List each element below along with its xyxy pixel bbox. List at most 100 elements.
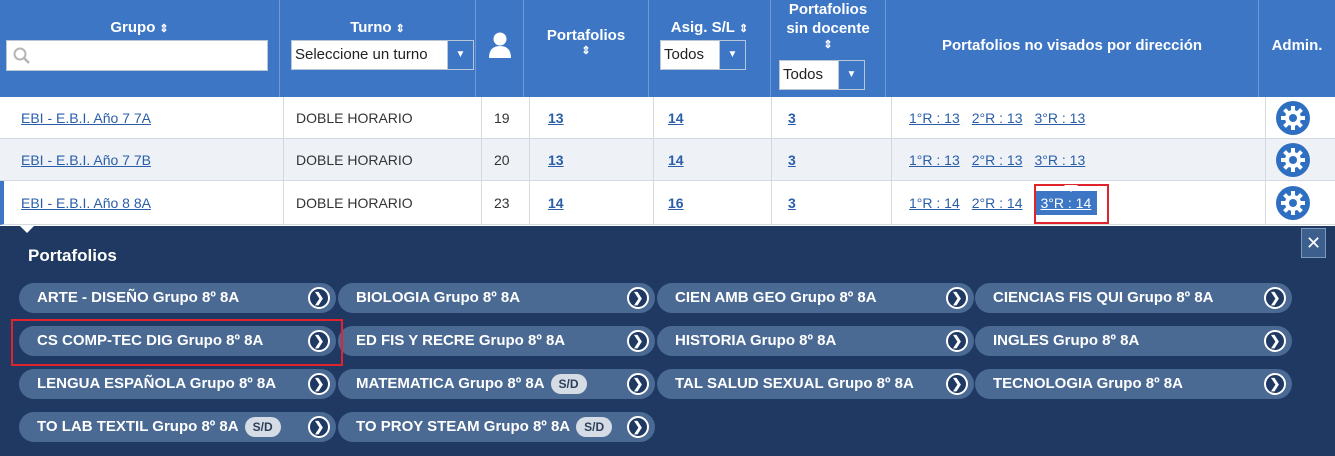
asig-link[interactable]: 14 xyxy=(668,152,684,168)
grupo-link[interactable]: EBI - E.B.I. Año 7 7B xyxy=(21,152,151,168)
portafolio-item[interactable]: MATEMATICA Grupo 8º 8A S/D ❯ xyxy=(338,369,655,399)
sort-icon[interactable]: ⇕ xyxy=(396,23,405,35)
portafolio-item[interactable]: TO LAB TEXTIL Grupo 8º 8A S/D ❯ xyxy=(19,412,336,442)
portafolio-label: TO PROY STEAM Grupo 8º 8A xyxy=(356,418,571,435)
gear-icon xyxy=(1281,148,1305,172)
header-sin-docente-label-2[interactable]: sin docente xyxy=(771,19,885,38)
portafolios-link[interactable]: 14 xyxy=(548,195,564,211)
header-grupo-label[interactable]: Grupo xyxy=(110,19,155,36)
portafolio-item[interactable]: LENGUA ESPAÑOLA Grupo 8º 8A ❯ xyxy=(19,369,336,399)
asig-cell: 14 xyxy=(654,139,772,181)
asig-link[interactable]: 16 xyxy=(668,195,684,211)
header-asig-label[interactable]: Asig. S/L xyxy=(671,19,735,36)
table-row: EBI - E.B.I. Año 7 7B DOBLE HORARIO 20 1… xyxy=(0,139,1335,181)
grupo-link[interactable]: EBI - E.B.I. Año 7 7A xyxy=(21,110,151,126)
portafolio-item[interactable]: BIOLOGIA Grupo 8º 8A ❯ xyxy=(338,283,655,313)
sort-icon[interactable]: ⇕ xyxy=(739,23,748,35)
admin-gear-button[interactable] xyxy=(1276,143,1310,177)
r1-link[interactable]: 1°R : 14 xyxy=(909,195,960,211)
close-icon: ✕ xyxy=(1305,233,1322,253)
gear-icon xyxy=(1281,191,1305,215)
portafolio-item[interactable]: CIENCIAS FIS QUI Grupo 8º 8A ❯ xyxy=(975,283,1292,313)
sin-docente-cell: 3 xyxy=(772,181,892,225)
portafolios-cell: 13 xyxy=(530,97,654,139)
portafolio-item[interactable]: HISTORIA Grupo 8º 8A ❯ xyxy=(657,326,974,356)
header-sin-docente: Portafolios sin docente ⇕ Todos ▼ xyxy=(771,0,886,97)
sin-docente-select[interactable]: Todos ▼ xyxy=(779,60,865,90)
sd-badge: S/D xyxy=(244,417,281,438)
chevron-right-icon: ❯ xyxy=(1264,373,1286,395)
chevron-right-icon: ❯ xyxy=(308,287,330,309)
sort-icon[interactable]: ⇕ xyxy=(771,38,885,52)
header-no-visados: Portafolios no visados por dirección xyxy=(886,0,1259,97)
turno-select[interactable]: Seleccione un turno ▼ xyxy=(291,40,474,70)
caret-icon xyxy=(20,226,34,233)
r2-link[interactable]: 2°R : 13 xyxy=(972,152,1023,168)
portafolio-label: CIEN AMB GEO Grupo 8º 8A xyxy=(675,289,877,306)
asig-select[interactable]: Todos ▼ xyxy=(660,40,746,70)
asig-link[interactable]: 14 xyxy=(668,110,684,126)
r3-link[interactable]: 3°R : 13 xyxy=(1035,110,1086,126)
header-admin-label: Admin. xyxy=(1271,37,1323,54)
chevron-right-icon: ❯ xyxy=(946,287,968,309)
r1-link[interactable]: 1°R : 13 xyxy=(909,110,960,126)
header-portafolios: Portafolios ⇕ xyxy=(524,0,649,97)
chevron-right-icon: ❯ xyxy=(627,287,649,309)
admin-gear-button[interactable] xyxy=(1276,101,1310,135)
close-button[interactable]: ✕ xyxy=(1301,228,1326,258)
portafolio-label: TO LAB TEXTIL Grupo 8º 8A xyxy=(37,418,239,435)
no-visados-cell: 1°R : 13 2°R : 13 3°R : 13 xyxy=(892,97,1266,139)
portafolio-label: TECNOLOGIA Grupo 8º 8A xyxy=(993,375,1183,392)
sd-badge: S/D xyxy=(576,417,613,438)
search-icon xyxy=(13,47,30,64)
sin-docente-select-value: Todos xyxy=(783,66,824,83)
asig-cell: 16 xyxy=(654,181,772,225)
portafolio-label: LENGUA ESPAÑOLA Grupo 8º 8A xyxy=(37,375,277,392)
chevron-down-icon: ▼ xyxy=(838,61,864,89)
chevron-right-icon: ❯ xyxy=(308,373,330,395)
portafolio-item[interactable]: TO PROY STEAM Grupo 8º 8A S/D ❯ xyxy=(338,412,655,442)
turno-cell: DOBLE HORARIO xyxy=(284,97,482,139)
r2-link[interactable]: 2°R : 13 xyxy=(972,110,1023,126)
sort-icon[interactable]: ⇕ xyxy=(159,23,168,35)
r3-link[interactable]: 3°R : 13 xyxy=(1035,152,1086,168)
chevron-right-icon: ❯ xyxy=(946,330,968,352)
portafolio-label: ARTE - DISEÑO Grupo 8º 8A xyxy=(37,289,240,306)
header-turno-label[interactable]: Turno xyxy=(350,19,391,36)
turno-cell: DOBLE HORARIO xyxy=(284,181,482,225)
portafolio-item[interactable]: CIEN AMB GEO Grupo 8º 8A ❯ xyxy=(657,283,974,313)
portafolio-label: ED FIS Y RECRE Grupo 8º 8A xyxy=(356,332,566,349)
chevron-down-icon: ▼ xyxy=(447,41,473,69)
header-sin-docente-label-1[interactable]: Portafolios xyxy=(771,0,885,19)
portafolio-label: TAL SALUD SEXUAL Grupo 8º 8A xyxy=(675,375,914,392)
header-alumnos xyxy=(476,0,524,97)
sin-docente-link[interactable]: 3 xyxy=(788,110,796,126)
portafolio-item[interactable]: TECNOLOGIA Grupo 8º 8A ❯ xyxy=(975,369,1292,399)
sin-docente-link[interactable]: 3 xyxy=(788,152,796,168)
panel-title: Portafolios xyxy=(28,246,117,265)
alumnos-cell: 20 xyxy=(482,139,530,181)
portafolio-item[interactable]: INGLES Grupo 8º 8A ❯ xyxy=(975,326,1292,356)
admin-gear-button[interactable] xyxy=(1276,186,1310,220)
portafolios-link[interactable]: 13 xyxy=(548,110,564,126)
portafolio-label: MATEMATICA Grupo 8º 8A xyxy=(356,375,545,392)
portafolio-label: CIENCIAS FIS QUI Grupo 8º 8A xyxy=(993,289,1214,306)
portafolio-item[interactable]: TAL SALUD SEXUAL Grupo 8º 8A ❯ xyxy=(657,369,974,399)
asig-cell: 14 xyxy=(654,97,772,139)
grupo-link[interactable]: EBI - E.B.I. Año 8 8A xyxy=(21,195,151,211)
sin-docente-link[interactable]: 3 xyxy=(788,195,796,211)
r2-link[interactable]: 2°R : 14 xyxy=(972,195,1023,211)
header-asig: Asig. S/L ⇕ Todos ▼ xyxy=(649,0,771,97)
header-portafolios-label[interactable]: Portafolios xyxy=(524,27,648,44)
grupo-cell: EBI - E.B.I. Año 7 7A xyxy=(8,97,284,139)
sort-icon[interactable]: ⇕ xyxy=(524,44,648,58)
portafolio-item[interactable]: ARTE - DISEÑO Grupo 8º 8A ❯ xyxy=(19,283,336,313)
portafolio-item[interactable]: ED FIS Y RECRE Grupo 8º 8A ❯ xyxy=(338,326,655,356)
grupo-search-input[interactable] xyxy=(6,40,268,71)
portafolios-link[interactable]: 13 xyxy=(548,152,564,168)
portafolio-label: INGLES Grupo 8º 8A xyxy=(993,332,1140,349)
header-no-visados-label: Portafolios no visados por dirección xyxy=(941,37,1203,54)
r1-link[interactable]: 1°R : 13 xyxy=(909,152,960,168)
chevron-right-icon: ❯ xyxy=(946,373,968,395)
chevron-right-icon: ❯ xyxy=(1264,287,1286,309)
